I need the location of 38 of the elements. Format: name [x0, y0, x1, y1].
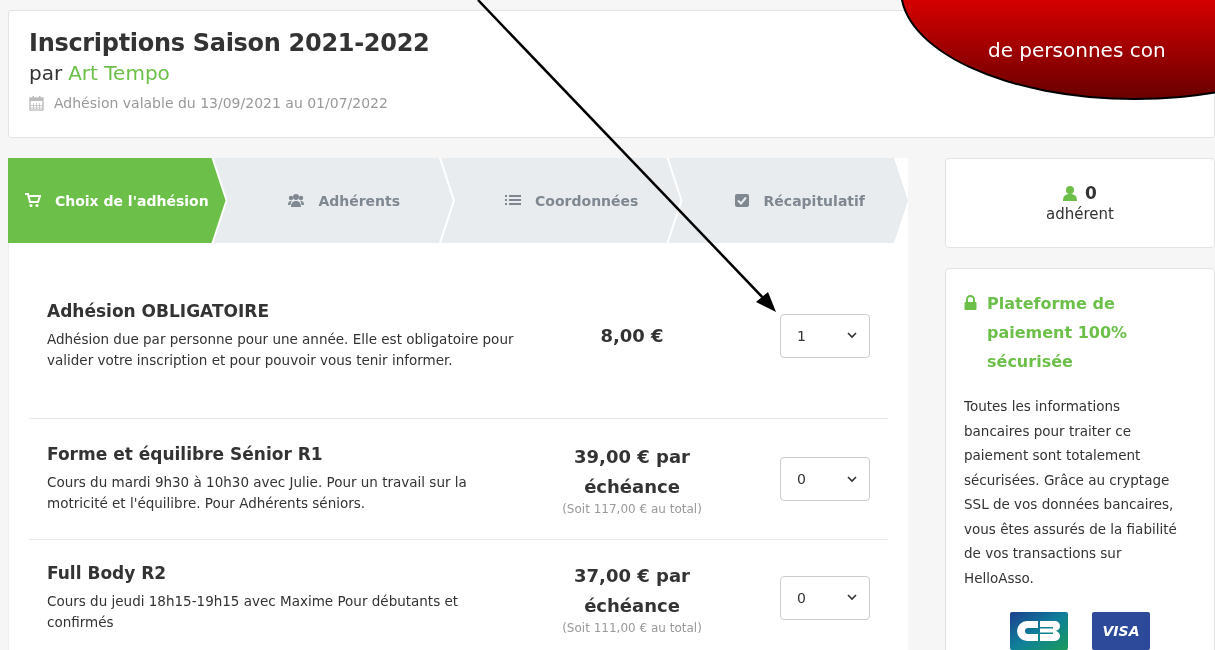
validity-text: Adhésion valable du 13/09/2021 au 01/07/2022 — [54, 95, 388, 111]
price-text: 8,00 € — [599, 323, 665, 348]
person-icon — [1063, 185, 1078, 201]
chevron-down-icon — [847, 332, 857, 339]
offer-title: Full Body R2 — [47, 562, 168, 583]
member-label: adhérent — [1046, 205, 1114, 223]
callout-text: de personnes con — [988, 38, 1166, 62]
chevron-down-icon — [847, 594, 857, 601]
member-count: 0 — [1085, 183, 1097, 203]
quantity-select[interactable]: 0 — [780, 457, 870, 501]
offer-description: Cours du jeudi 18h15-19h15 avec Maxime Pour débutants et confirmés — [47, 591, 460, 632]
step-tab[interactable]: Choix de l'adhésion — [8, 158, 226, 243]
byline-text: par — [29, 61, 63, 85]
offer-description: Cours du mardi 9h30 à 10h30 avec Julie. Pour un travail sur la motricité et l'équilibre. Pour Adhérents séniors. — [47, 473, 468, 513]
step-tab[interactable]: Coordonnées — [441, 158, 681, 243]
offer-title: Forme et équilibre Sénior R1 — [47, 444, 324, 464]
chevron-down-icon — [847, 475, 857, 483]
checkbox-icon — [733, 193, 750, 208]
visa-card-logo: VISA — [1092, 612, 1150, 650]
users-icon — [288, 193, 305, 208]
calendar-icon — [29, 95, 44, 111]
list-icon — [505, 193, 522, 208]
offer-title: Adhésion OBLIGATOIRE — [47, 300, 271, 321]
security-text: Toutes les informations bancaires pour traiter ce paiement sont totalement sécurisées. Grâce au cryptage SSL de vos données bancaires, vous êtes assurés de la fiabilité de vos transactions sur HelloAsso. — [964, 397, 1178, 588]
step-tab[interactable]: Récapitulatif — [668, 158, 908, 243]
total-text: (Soit 111,00 € au total) — [561, 620, 703, 635]
organization-name: Art Tempo — [68, 61, 170, 85]
quantity-select[interactable]: 1 — [780, 313, 870, 358]
total-text: (Soit 117,00 € au total) — [561, 502, 703, 516]
price-text: 37,00 € par échéance — [573, 563, 691, 618]
page-title: Inscriptions Saison 2021-2022 — [29, 29, 430, 57]
lock-icon — [964, 295, 977, 310]
price-text: 39,00 € par échéance — [573, 445, 691, 499]
quantity-select[interactable]: 0 — [780, 575, 870, 620]
offer-description: Adhésion due par personne pour une année. Elle est obligatoire pour valider votre inscription et pour pouvoir vous tenir informer. — [47, 329, 515, 370]
cart-icon — [24, 193, 41, 208]
step-tab[interactable]: Adhérents — [213, 158, 453, 243]
security-title: Plateforme de paiement 100% sécurisée — [987, 293, 1129, 373]
